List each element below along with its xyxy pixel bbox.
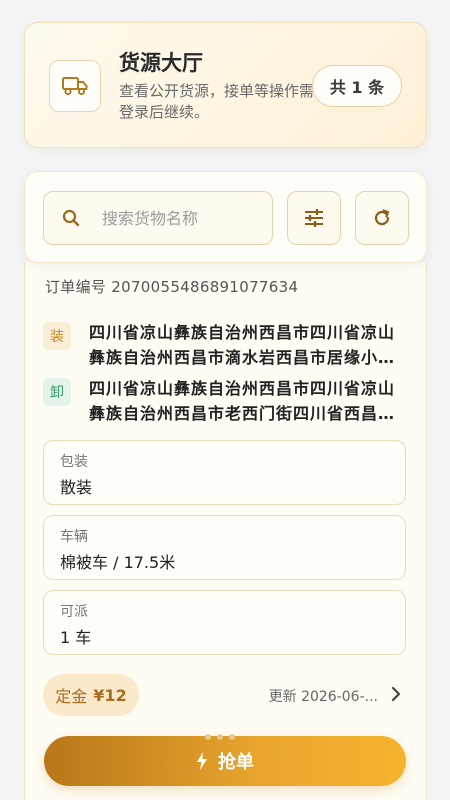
bolt-icon: [197, 752, 207, 770]
search-input[interactable]: [102, 208, 252, 228]
dispatch-field: 可派 1 车: [43, 590, 406, 655]
page-dot: [229, 734, 235, 740]
order-card[interactable]: 订单编号 2070055486891077634 装 四川省凉山彝族自治州西昌市…: [24, 262, 427, 800]
load-address: 四川省凉山彝族自治州西昌市四川省凉山彝族自治州西昌市滴水岩西昌市居缘小区西...: [89, 323, 396, 367]
search-card: [24, 171, 427, 263]
grab-order-label: 抢单: [218, 752, 254, 772]
page-dot: [205, 734, 211, 740]
page-title: 货源大厅: [119, 51, 203, 75]
refresh-icon: [374, 209, 390, 226]
result-count-badge: 共 1 条: [312, 65, 402, 107]
dispatch-label: 可派: [60, 604, 88, 620]
refresh-button[interactable]: [355, 191, 409, 245]
truck-icon: [49, 60, 101, 112]
search-icon: [62, 209, 80, 227]
deposit-value: ¥12: [93, 685, 127, 705]
unload-address: 四川省凉山彝族自治州西昌市四川省凉山彝族自治州西昌市老西门街四川省西昌市第...: [89, 379, 396, 423]
dispatch-value: 1 车: [60, 628, 92, 647]
page-dot: [217, 734, 223, 740]
vehicle-field: 车辆 棉被车 / 17.5米: [43, 515, 406, 580]
filter-button[interactable]: [287, 191, 341, 245]
page-description: 查看公开货源，接单等操作需登录后继续。: [119, 82, 315, 121]
updated-time: 更新 2026-06-...: [268, 689, 378, 705]
page-indicator: [205, 734, 235, 740]
packaging-field: 包装 散装: [43, 440, 406, 505]
vehicle-label: 车辆: [60, 529, 88, 545]
deposit-badge: 定金 ¥12: [43, 674, 139, 716]
search-field[interactable]: [43, 191, 273, 245]
unload-tag: 卸: [43, 378, 71, 406]
packaging-value: 散装: [60, 478, 93, 497]
vehicle-value: 棉被车 / 17.5米: [60, 553, 176, 572]
packaging-label: 包装: [60, 454, 88, 470]
order-number: 订单编号 2070055486891077634: [45, 278, 299, 296]
sliders-icon: [305, 209, 323, 227]
grab-order-button[interactable]: 抢单: [44, 736, 406, 786]
load-tag: 装: [43, 322, 71, 350]
header-card: 货源大厅 查看公开货源，接单等操作需登录后继续。 共 1 条: [24, 22, 427, 148]
chevron-right-icon[interactable]: [390, 686, 402, 702]
deposit-label: 定金: [55, 687, 88, 706]
